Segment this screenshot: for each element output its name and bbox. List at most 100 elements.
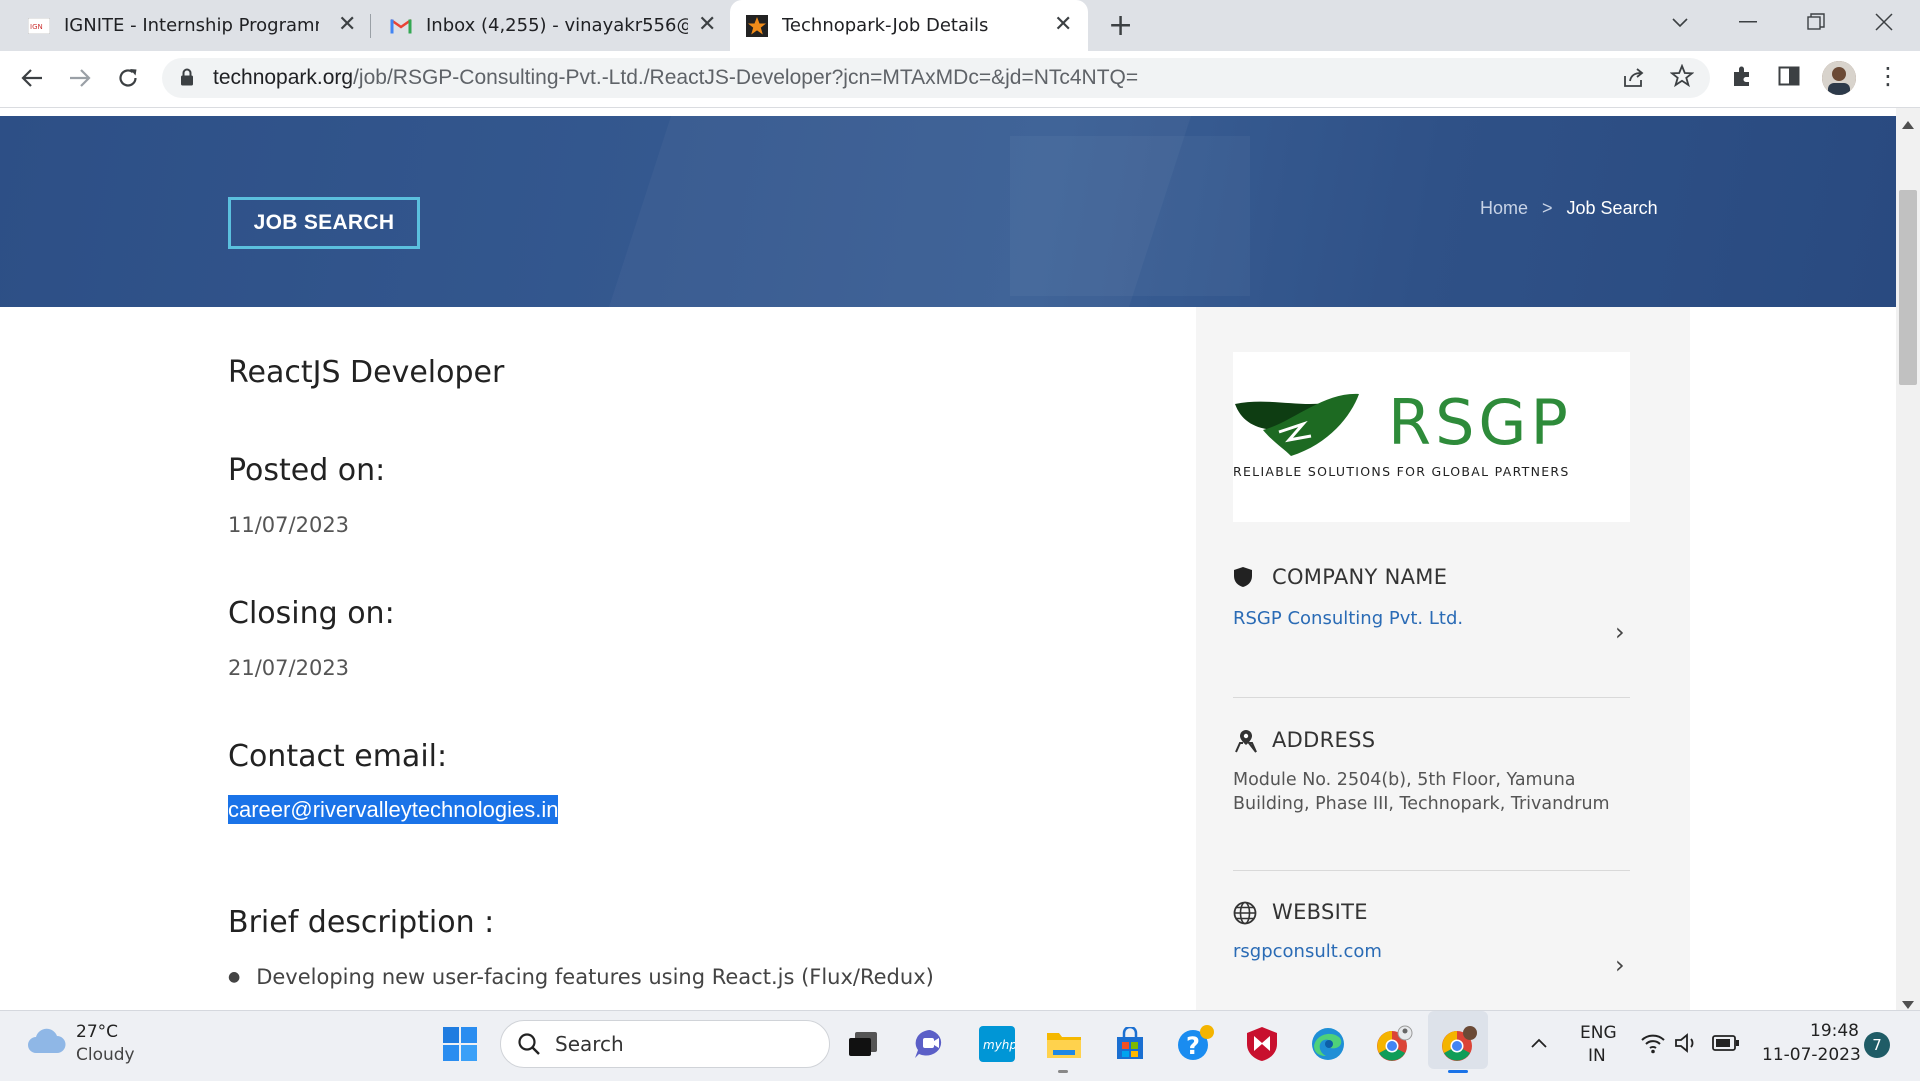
svg-text:myhp: myhp <box>983 1038 1015 1052</box>
technopark-star-icon <box>746 14 768 37</box>
close-icon[interactable]: ✕ <box>338 12 356 37</box>
contact-email-link[interactable]: career@rivervalleytechnologies.in <box>228 795 559 824</box>
weather-description[interactable]: Cloudy <box>76 1045 135 1065</box>
lock-icon[interactable] <box>180 68 194 90</box>
tab-technopark[interactable]: Technopark-Job Details ✕ <box>730 0 1088 51</box>
svg-text:?: ? <box>1186 1032 1200 1060</box>
clock-date[interactable]: 11-07-2023 <box>1762 1045 1861 1065</box>
shield-icon <box>1233 566 1253 592</box>
language-indicator-line2[interactable]: IN <box>1588 1046 1606 1066</box>
logo-tagline: RELIABLE SOLUTIONS FOR GLOBAL PARTNERS <box>1233 464 1570 479</box>
brief-description-label: Brief description : <box>228 905 495 940</box>
new-tab-icon[interactable]: + <box>1108 8 1133 43</box>
chevron-up-icon[interactable] <box>1530 1034 1548 1053</box>
url-host: technopark.org <box>213 66 354 89</box>
cloud-weather-icon[interactable] <box>26 1027 66 1059</box>
menu-kebab-icon[interactable]: ⋮ <box>1876 64 1900 88</box>
forward-icon[interactable] <box>60 58 100 98</box>
close-icon[interactable]: ✕ <box>1054 12 1072 37</box>
svg-text:IGN: IGN <box>30 23 43 31</box>
website-heading: WEBSITE <box>1272 900 1368 924</box>
chevron-right-icon[interactable]: › <box>1615 618 1625 646</box>
clock-time[interactable]: 19:48 <box>1810 1021 1859 1041</box>
weather-temperature[interactable]: 27°C <box>76 1022 118 1042</box>
search-icon <box>517 1032 541 1060</box>
breadcrumb-home-link[interactable]: Home <box>1480 198 1528 218</box>
logo-wordmark: RSGP <box>1388 386 1572 459</box>
tab-ignite[interactable]: IGN IGNITE - Internship Programme | ✕ <box>28 0 358 51</box>
page-viewport: JOB SEARCH Home > Job Search ReactJS Devel… <box>0 108 1896 1010</box>
list-item: ● Developing new user-facing features us… <box>228 965 1128 989</box>
edge-browser-icon[interactable] <box>1304 1020 1352 1068</box>
website-link[interactable]: rsgpconsult.com <box>1233 941 1382 962</box>
tab-title: IGNITE - Internship Programme | <box>64 15 319 36</box>
chevron-right-icon[interactable]: › <box>1615 951 1625 979</box>
breadcrumb: Home > Job Search <box>1480 198 1658 219</box>
restore-icon[interactable] <box>1792 0 1840 44</box>
taskbar <box>0 1010 1920 1081</box>
bookmark-star-icon[interactable] <box>1669 63 1695 92</box>
running-indicator <box>1058 1070 1068 1073</box>
tab-search-chevron-icon[interactable] <box>1656 0 1704 44</box>
running-indicator <box>1448 1070 1468 1073</box>
page-banner: JOB SEARCH Home > Job Search <box>0 116 1896 307</box>
microsoft-store-icon[interactable] <box>1106 1020 1154 1068</box>
company-name-heading: COMPANY NAME <box>1272 565 1448 589</box>
tab-divider <box>370 14 371 38</box>
windows-start-icon[interactable] <box>436 1020 484 1068</box>
tab-gmail[interactable]: Inbox (4,255) - vinayakr556@gm ✕ <box>390 0 720 51</box>
taskbar-search-placeholder: Search <box>555 1032 624 1056</box>
company-name-link[interactable]: RSGP Consulting Pvt. Ltd. <box>1233 608 1463 629</box>
ignite-favicon: IGN <box>28 15 50 37</box>
brief-item-text: Developing new user-facing features usin… <box>256 965 934 989</box>
tab-title: Technopark-Job Details <box>782 15 989 36</box>
company-logo: RSGP RELIABLE SOLUTIONS FOR GLOBAL PARTN… <box>1233 352 1630 522</box>
address-heading: ADDRESS <box>1272 728 1376 752</box>
minimize-icon[interactable] <box>1724 0 1772 44</box>
contact-email-label: Contact email: <box>228 739 448 774</box>
breadcrumb-current: Job Search <box>1566 198 1658 218</box>
wifi-icon[interactable] <box>1640 1032 1666 1058</box>
file-explorer-icon[interactable] <box>1040 1020 1088 1068</box>
battery-icon[interactable] <box>1712 1034 1740 1056</box>
notification-badge[interactable]: 7 <box>1864 1032 1890 1058</box>
close-icon[interactable]: ✕ <box>698 12 716 37</box>
chrome-profile-icon[interactable] <box>1370 1020 1418 1068</box>
extensions-icon[interactable] <box>1730 64 1754 92</box>
closing-label: Closing on: <box>228 596 395 631</box>
profile-avatar[interactable] <box>1822 61 1856 95</box>
bullet-icon: ● <box>228 969 241 985</box>
job-title: ReactJS Developer <box>228 355 505 390</box>
teams-chat-icon[interactable] <box>906 1020 954 1068</box>
language-indicator-line1[interactable]: ENG <box>1580 1023 1617 1043</box>
close-window-icon[interactable] <box>1860 0 1908 44</box>
posted-value: 11/07/2023 <box>228 513 350 537</box>
tab-title: Inbox (4,255) - vinayakr556@gm <box>426 15 688 36</box>
chrome-active-icon[interactable] <box>1435 1020 1483 1068</box>
volume-icon[interactable] <box>1674 1032 1700 1058</box>
reload-icon[interactable] <box>108 58 148 98</box>
divider <box>1233 870 1630 871</box>
scroll-up-arrow-icon[interactable] <box>1902 114 1914 133</box>
location-pin-icon <box>1233 728 1259 758</box>
url-path: /job/RSGP-Consulting-Pvt.-Ltd./ReactJS-D… <box>353 66 1139 89</box>
banner-decoration <box>1010 136 1250 296</box>
back-icon[interactable] <box>12 58 52 98</box>
url-text[interactable]: technopark.org/job/RSGP-Consulting-Pvt.-… <box>213 66 1138 90</box>
job-search-button[interactable]: JOB SEARCH <box>228 197 420 249</box>
share-icon[interactable] <box>1622 66 1646 92</box>
closing-value: 21/07/2023 <box>228 656 350 680</box>
scrollbar-thumb[interactable] <box>1899 190 1917 385</box>
globe-icon <box>1233 901 1257 929</box>
divider <box>1233 697 1630 698</box>
myhp-icon[interactable]: myhp <box>973 1020 1021 1068</box>
gmail-icon <box>390 15 412 37</box>
mcafee-icon[interactable] <box>1238 1020 1286 1068</box>
address-value: Module No. 2504(b), 5th Floor, Yamuna Bu… <box>1233 770 1610 814</box>
brief-description-list: ● Developing new user-facing features us… <box>228 965 1128 989</box>
side-panel-icon[interactable] <box>1778 65 1800 91</box>
get-help-icon[interactable]: ? <box>1172 1020 1220 1068</box>
task-view-icon[interactable] <box>839 1020 887 1068</box>
taskbar-search-box[interactable] <box>500 1020 830 1068</box>
breadcrumb-separator: > <box>1542 198 1553 218</box>
